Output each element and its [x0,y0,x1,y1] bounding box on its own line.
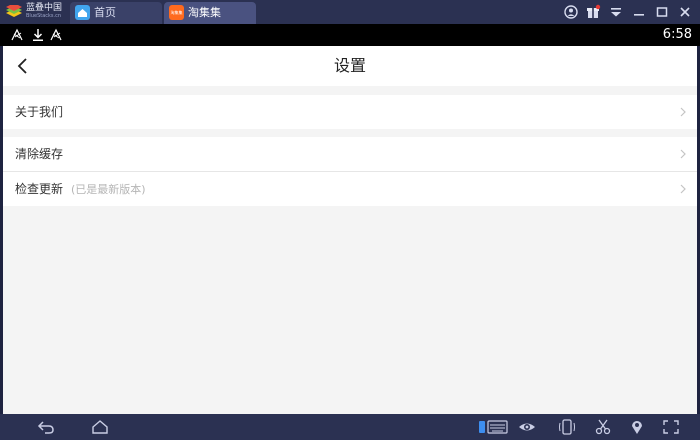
maximize-icon[interactable] [654,4,670,20]
tab-label: 淘集集 [188,6,221,19]
keyboard-icon[interactable] [478,419,508,435]
android-statusbar: 6:58 [0,24,700,46]
row-label-text: 检查更新 [15,182,64,196]
status-time: 6:58 [662,27,692,42]
fullscreen-icon[interactable] [662,419,680,435]
phone-rotate-icon[interactable] [558,419,576,435]
gift-icon[interactable] [585,4,601,20]
scissors-icon[interactable] [594,419,612,435]
emulator-titlebar: 蓝叠中国 BlueStacks.cn 首页 淘集集 淘集集 [0,0,700,24]
download-icon [33,29,43,41]
minimize-icon[interactable] [631,4,647,20]
brand-sub: BlueStacks.cn [26,13,62,19]
update-status-note: (已是最新版本) [71,183,146,196]
tab-label: 首页 [94,6,116,19]
chevron-right-icon [680,184,686,194]
page-title: 设置 [333,56,366,75]
chevron-right-icon [680,107,686,117]
settings-row-check-update[interactable]: 检查更新 (已是最新版本) [3,172,697,206]
antenna-icon [11,28,23,41]
eye-icon[interactable] [518,419,536,435]
chevron-right-icon [680,149,686,159]
tab-home[interactable]: 首页 [70,2,162,24]
back-icon[interactable] [37,419,55,435]
menu-icon[interactable] [608,4,624,20]
app-header: 设置 [3,46,697,86]
row-label: 检查更新 (已是最新版本) [15,181,146,198]
settings-row-clear-cache[interactable]: 清除缓存 [3,137,697,171]
row-label: 清除缓存 [15,147,64,161]
bluestacks-logo-icon [6,5,22,17]
account-icon[interactable] [563,4,579,20]
app-logo-icon: 淘集集 [169,5,184,20]
settings-row-about-us[interactable]: 关于我们 [3,95,697,129]
antenna-icon [50,28,62,41]
tab-taojiji[interactable]: 淘集集 淘集集 [164,2,256,24]
bluestacks-logo[interactable]: 蓝叠中国 BlueStacks.cn [4,3,64,21]
close-icon[interactable] [677,4,693,20]
brand-name: 蓝叠中国 [26,3,63,13]
location-icon[interactable] [628,419,646,435]
emulator-bottombar [0,414,700,440]
app-screen: 设置 关于我们 清除缓存 检查更新 (已是最新版本) [3,46,697,414]
home-icon [75,5,90,20]
home-icon[interactable] [91,419,109,435]
row-label: 关于我们 [15,105,64,119]
